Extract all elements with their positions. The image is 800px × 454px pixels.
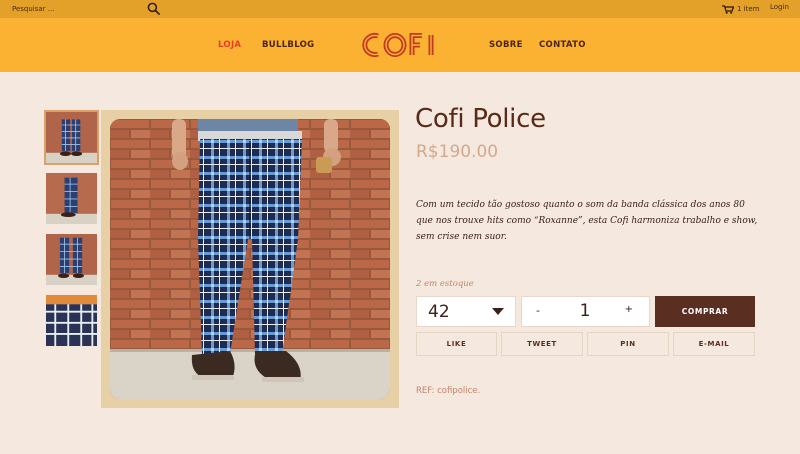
thumbnail-image [46,234,97,285]
thumbnail-image [46,173,97,224]
size-value: 42 [428,301,450,322]
product-title: Cofi Police [415,104,546,134]
site-header: LOJA BULLBLOG SOBRE CONTATO [0,18,800,72]
pin-button[interactable]: PIN [587,332,669,356]
quantity-stepper[interactable]: - 1 + [521,296,650,327]
product-reference: REF: cofipolice. [416,386,481,396]
login-link[interactable]: Login [770,3,789,11]
product-price: R$190.00 [416,142,499,162]
nav-loja[interactable]: LOJA [218,40,241,50]
buy-button[interactable]: COMPRAR [655,296,755,327]
cart-icon [722,4,734,14]
thumbnail-image [46,295,97,346]
search-input[interactable] [12,3,132,15]
nav-bullblog[interactable]: BULLBLOG [262,40,314,50]
thumbnail-image [46,112,97,163]
product-thumbnail-4[interactable] [44,293,99,348]
quantity-decrease-button[interactable]: - [536,304,540,317]
cart-link[interactable]: 1 item [722,3,760,15]
nav-contato[interactable]: CONTATO [539,40,586,50]
search-icon[interactable] [147,2,160,15]
tweet-button[interactable]: TWEET [501,332,583,356]
nav-sobre[interactable]: SOBRE [489,40,523,50]
product-photo [110,119,390,399]
product-thumbnail-2[interactable] [44,171,99,226]
stock-status: 2 em estoque [416,279,474,289]
product-description: Com um tecido tão gostoso quanto o som d… [416,200,758,242]
cofi-logo[interactable] [360,28,440,62]
product-thumbnail-3[interactable] [44,232,99,287]
quantity-value[interactable]: 1 [574,301,596,321]
top-utility-bar: 1 item Login [0,0,800,18]
cart-count: 1 item [737,5,760,13]
quantity-increase-button[interactable]: + [625,304,633,315]
product-thumbnail-1[interactable] [44,110,99,165]
main-product-image[interactable] [101,110,399,408]
like-button[interactable]: LIKE [416,332,497,356]
size-select[interactable]: 42 [416,296,516,327]
email-share-button[interactable]: E-MAIL [673,332,755,356]
caret-down-icon [492,308,504,315]
